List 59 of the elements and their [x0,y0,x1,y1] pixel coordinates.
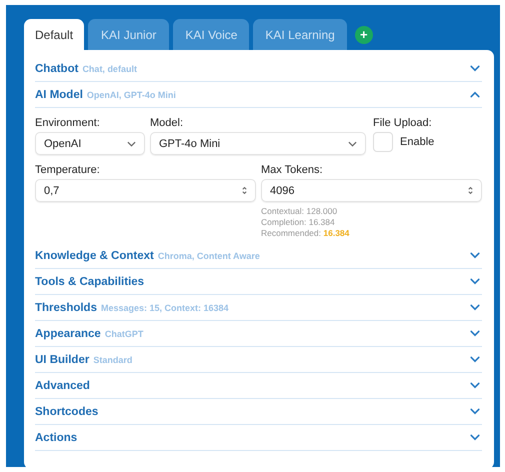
tab[interactable]: Default [24,19,84,50]
field-label: Max Tokens: [261,164,324,176]
section-summary: Chat, default [82,64,137,74]
chevron-down-icon[interactable] [470,278,480,285]
chevron-down-icon[interactable] [470,382,480,389]
section-header[interactable]: Appearance ChatGPT [35,321,482,347]
section-summary: Standard [93,354,132,364]
section-header[interactable]: Shortcodes [35,399,482,425]
section-header[interactable]: Actions [35,425,482,451]
section-title: Tools & Capabilities [35,276,144,288]
token-note: Completion: 16.384 [261,217,336,228]
section-title: UI Builder [35,354,90,366]
stepper-icon[interactable] [242,186,247,195]
section-header[interactable]: Tools & Capabilities [35,269,482,295]
field-label: Model: [150,117,184,129]
chevron-down-icon[interactable] [470,65,480,72]
chevron-down-icon[interactable] [470,252,480,259]
dropdown[interactable]: OpenAI [35,132,145,155]
chevron-up-icon[interactable] [470,91,480,98]
section-header[interactable]: Advanced [35,373,482,399]
chevron-down-icon[interactable] [470,304,480,311]
section-summary: Chroma, Content Aware [158,250,260,260]
section-title: Appearance [35,328,101,340]
chevron-down-icon[interactable] [470,434,480,441]
chevron-down-icon[interactable] [470,356,480,363]
section-header[interactable]: Knowledge & Context Chroma, Content Aware [35,243,482,269]
section-title: AI Model [35,88,83,100]
number-field[interactable]: 0,7 [35,179,256,202]
section-title: Advanced [35,380,90,392]
section-header[interactable]: Thresholds Messages: 15, Context: 16384 [35,295,482,321]
number-field[interactable]: 4096 [261,179,482,202]
tab[interactable]: KAI Learning [253,19,347,50]
checkbox-label: Enable [400,136,434,148]
field-label: File Upload: [373,117,433,129]
section-title: Knowledge & Context [35,250,154,262]
caret-icon[interactable] [127,140,136,146]
checkbox[interactable] [373,132,393,152]
tab[interactable]: KAI Voice [173,19,250,50]
chevron-down-icon[interactable] [470,408,480,415]
section-header[interactable]: AI Model OpenAI, GPT-4o Mini [35,82,482,108]
token-note: Contextual: 128.000 [261,206,338,217]
section-summary: Messages: 15, Context: 16384 [100,302,229,312]
section-title: Shortcodes [35,406,98,418]
section-header[interactable]: Chatbot Chat, default [35,56,482,82]
field-label: Temperature: [35,164,101,176]
add-tab-button[interactable]: + [354,26,373,44]
token-note: Recommended: 16.384 [261,228,350,239]
section-title: Chatbot [35,62,78,74]
chevron-down-icon[interactable] [470,330,480,337]
section-title: Actions [35,432,78,444]
field-label: Environment: [35,117,101,129]
tab[interactable]: KAI Junior [88,19,170,50]
section-summary: OpenAI, GPT-4o Mini [86,90,176,100]
section-title: Thresholds [35,302,97,314]
dropdown[interactable]: GPT-4o Mini [150,132,366,155]
section-summary: ChatGPT [104,328,144,338]
caret-icon[interactable] [348,140,357,146]
section-header[interactable]: UI Builder Standard [35,347,482,373]
stepper-icon[interactable] [468,186,473,195]
